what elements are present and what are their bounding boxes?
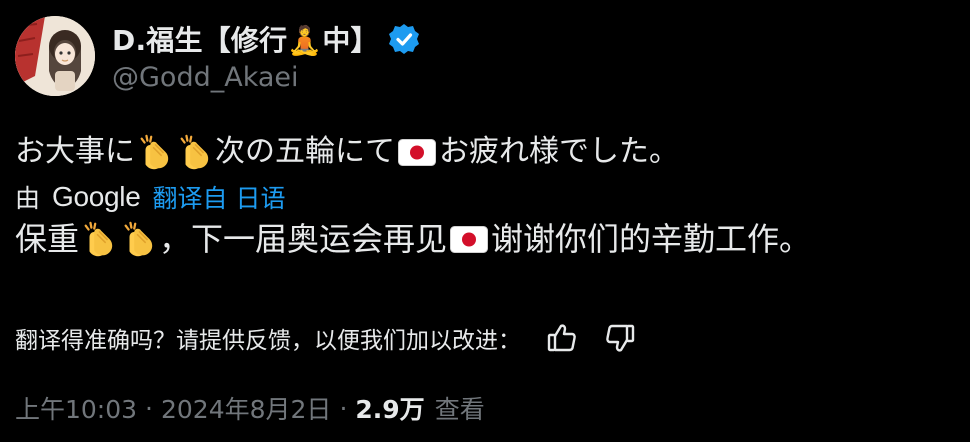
translation-feedback: 翻译得准确吗？请提供反馈，以便我们加以改进： <box>15 316 637 360</box>
meta-separator: · <box>145 393 153 423</box>
translated-text-part3: 谢谢你们的辛勤工作。 <box>491 220 812 258</box>
translated-text-part2: ，下一届奥运会再见 <box>159 220 448 258</box>
japan-flag-icon <box>450 226 488 253</box>
original-text: お大事に 次の五輪にて お疲れ様でした。 <box>15 130 955 174</box>
translated-by-label: 由 <box>15 184 41 213</box>
translated-text-part1: 保重 <box>15 220 80 258</box>
post-time[interactable]: 上午10:03 <box>15 390 137 426</box>
clapping-hands-icon <box>136 133 174 171</box>
translate-from-link[interactable]: 翻译自 日语 <box>153 179 286 215</box>
translation-attribution: 由 Google 翻译自 日语 <box>15 179 955 215</box>
avatar[interactable] <box>15 16 95 96</box>
verified-badge-icon[interactable] <box>387 22 421 56</box>
post-date[interactable]: 2024年8月2日 <box>161 390 331 426</box>
author-display-name[interactable]: D.福生【修行🧘中】 <box>112 19 379 59</box>
feedback-question: 翻译得准确吗？请提供反馈，以便我们加以改进： <box>15 328 521 354</box>
thumbs-down-icon[interactable] <box>603 321 637 355</box>
japan-flag-icon <box>398 139 436 166</box>
post-content: お大事に 次の五輪にて お疲れ様でした。 由 Google 翻译自 日语 保重 … <box>15 130 955 262</box>
thumbs-up-icon[interactable] <box>545 321 579 355</box>
translated-text: 保重 ，下一届奥运会再见 谢谢你们的辛勤工作。 <box>15 216 955 262</box>
clapping-hands-icon <box>176 133 214 171</box>
author-handle[interactable]: @Godd_Akaei <box>112 62 299 93</box>
clapping-hands-icon <box>80 220 118 258</box>
original-text-part2: 次の五輪にて <box>215 134 395 169</box>
original-text-part1: お大事に <box>15 134 135 169</box>
clapping-hands-icon <box>120 220 158 258</box>
author-name-row: D.福生【修行🧘中】 <box>112 20 421 58</box>
post-header: D.福生【修行🧘中】 @Godd_Akaei <box>15 16 615 100</box>
original-text-part3: お疲れ様でした。 <box>439 134 679 169</box>
post-meta: 上午10:03 · 2024年8月2日 · 2.9万 查看 <box>15 390 485 426</box>
google-logo: Google <box>52 181 141 212</box>
views-count[interactable]: 2.9万 <box>355 390 424 426</box>
views-label: 查看 <box>434 395 485 424</box>
meta-separator: · <box>339 393 348 423</box>
